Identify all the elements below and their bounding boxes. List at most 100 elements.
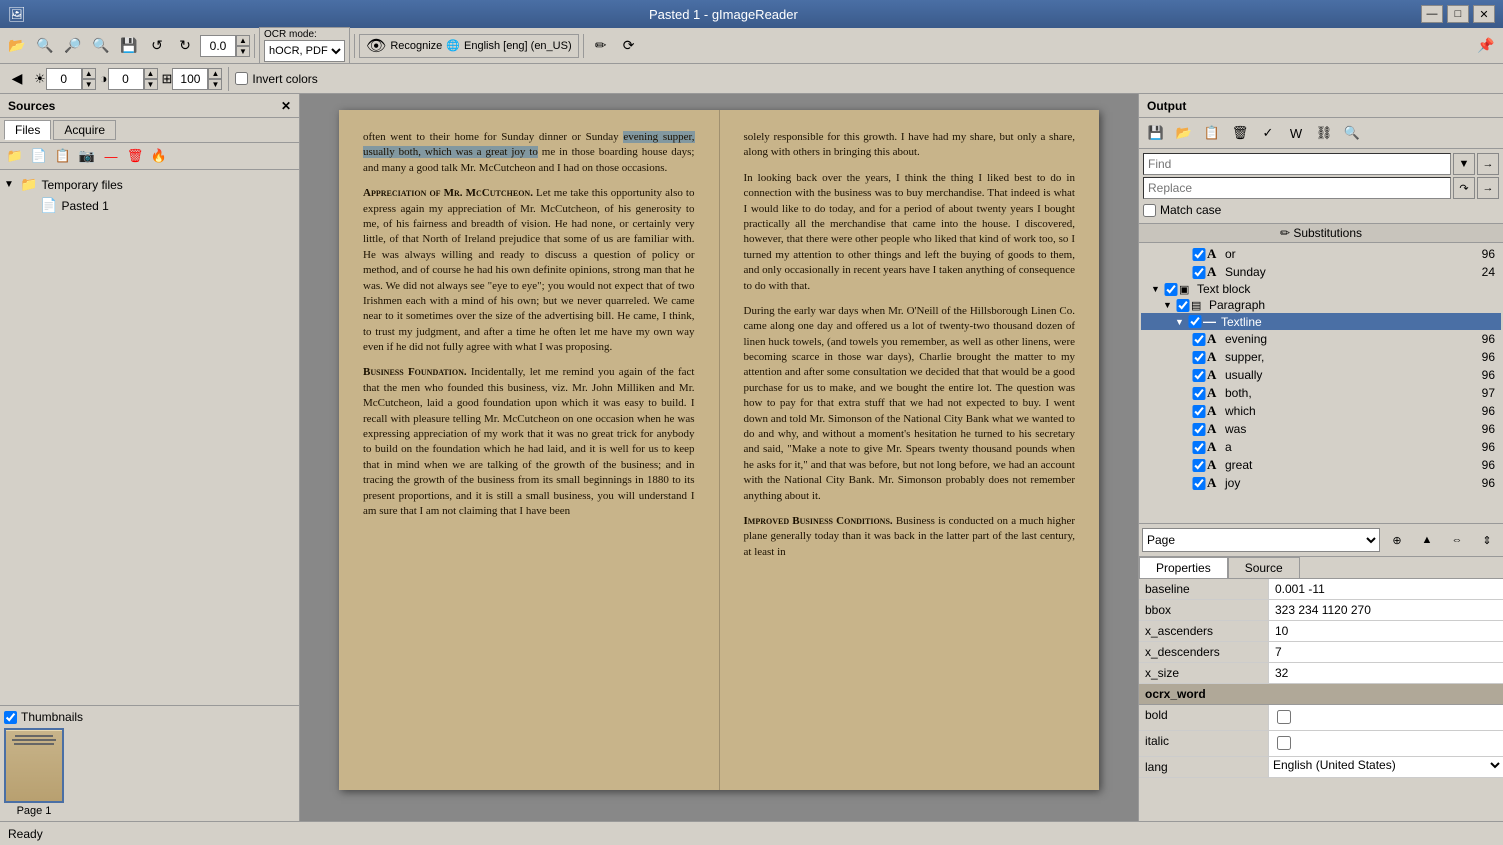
tree-root[interactable]: ▼ 📁 Temporary files: [4, 174, 295, 195]
pencil-button[interactable]: ✏: [588, 33, 614, 59]
match-case-checkbox[interactable]: [1143, 204, 1156, 217]
tab-properties[interactable]: Properties: [1139, 557, 1228, 578]
rotate-button[interactable]: ⟳: [616, 33, 642, 59]
output-chain-btn[interactable]: ⛓: [1311, 120, 1337, 146]
tree-row-sunday[interactable]: A Sunday 24: [1141, 263, 1501, 281]
zoom-out-button[interactable]: 🔎: [60, 33, 86, 59]
tab-files[interactable]: Files: [4, 120, 51, 140]
tree-row-textblock[interactable]: ▼ ▣ Text block: [1141, 281, 1501, 297]
check-usually[interactable]: [1191, 369, 1207, 382]
output-search-btn[interactable]: 🔍: [1339, 120, 1365, 146]
check-was[interactable]: [1191, 423, 1207, 436]
save-button[interactable]: 💾: [116, 33, 142, 59]
delete-btn[interactable]: 🗑: [124, 145, 146, 167]
output-save-btn[interactable]: 💾: [1143, 120, 1169, 146]
check-textblock[interactable]: [1163, 283, 1179, 296]
add-folder-btn[interactable]: 📁: [4, 145, 26, 167]
recognize-box[interactable]: 👁 Recognize 🌐 English [eng] (en_US): [359, 34, 579, 58]
tree-row-usually[interactable]: A usually 96: [1141, 366, 1501, 384]
find-to-output-btn[interactable]: →: [1477, 153, 1499, 175]
check-joy[interactable]: [1191, 477, 1207, 490]
undo-button[interactable]: ↺: [144, 33, 170, 59]
replace-btn[interactable]: ↷: [1453, 177, 1475, 199]
open-button[interactable]: 📂: [4, 33, 30, 59]
value-down[interactable]: ▼: [236, 46, 250, 57]
contrast-up[interactable]: ▲: [144, 68, 158, 79]
check-great[interactable]: [1191, 459, 1207, 472]
tree-row-supper[interactable]: A supper, 96: [1141, 348, 1501, 366]
paste-btn[interactable]: 📋: [52, 145, 74, 167]
output-spellcheck-btn[interactable]: ✓: [1255, 120, 1281, 146]
bold-checkbox[interactable]: [1277, 710, 1291, 724]
pin-button[interactable]: 📌: [1473, 33, 1499, 59]
tree-row-evening[interactable]: A evening 96: [1141, 330, 1501, 348]
page-select[interactable]: Page: [1142, 528, 1380, 552]
tree-row-joy[interactable]: A joy 96: [1141, 474, 1501, 492]
clear-btn[interactable]: 🔥: [148, 145, 170, 167]
replace-to-output-btn[interactable]: →: [1477, 177, 1499, 199]
expand-paragraph[interactable]: ▼: [1163, 300, 1175, 310]
contrast-down[interactable]: ▼: [144, 79, 158, 90]
thumbnail-page1[interactable]: Page 1: [4, 728, 64, 817]
value-input[interactable]: [200, 35, 236, 57]
output-clear-btn[interactable]: 🗑: [1227, 120, 1253, 146]
zoom-fit-button[interactable]: 🔍: [32, 33, 58, 59]
brightness-down[interactable]: ▼: [82, 79, 96, 90]
zoom-up[interactable]: ▲: [208, 68, 222, 79]
lang-select[interactable]: English (United States): [1269, 757, 1503, 773]
close-button[interactable]: ✕: [1473, 5, 1495, 23]
value-up[interactable]: ▲: [236, 35, 250, 46]
minimize-button[interactable]: —: [1421, 5, 1443, 23]
check-sunday[interactable]: [1191, 266, 1207, 279]
tree-row-which[interactable]: A which 96: [1141, 402, 1501, 420]
tree-child-pasted1[interactable]: 📄 Pasted 1: [24, 195, 295, 216]
tree-row-a[interactable]: A a 96: [1141, 438, 1501, 456]
expand-textline[interactable]: ▼: [1175, 317, 1187, 327]
check-evening[interactable]: [1191, 333, 1207, 346]
redo-button[interactable]: ↻: [172, 33, 198, 59]
find-input[interactable]: [1143, 153, 1451, 175]
nav-first-btn[interactable]: ⊕: [1384, 527, 1410, 553]
brightness-up[interactable]: ▲: [82, 68, 96, 79]
maximize-button[interactable]: □: [1447, 5, 1469, 23]
ocr-mode-select[interactable]: hOCR, PDF: [264, 40, 345, 62]
prev-page-button[interactable]: ◀: [4, 66, 30, 92]
tree-row-or[interactable]: A or 96: [1141, 245, 1501, 263]
tree-row-both[interactable]: A both, 97: [1141, 384, 1501, 402]
sources-close-icon[interactable]: ✕: [281, 99, 291, 113]
nav-last-btn[interactable]: ⇕: [1474, 527, 1500, 553]
zoom-input[interactable]: [172, 68, 208, 90]
tree-row-paragraph[interactable]: ▼ ▤ Paragraph: [1141, 297, 1501, 313]
tab-acquire[interactable]: Acquire: [53, 120, 116, 140]
check-which[interactable]: [1191, 405, 1207, 418]
tree-row-great[interactable]: A great 96: [1141, 456, 1501, 474]
output-open-btn[interactable]: 📂: [1171, 120, 1197, 146]
zoom-in-button[interactable]: 🔍: [88, 33, 114, 59]
find-next-btn[interactable]: ▼: [1453, 153, 1475, 175]
italic-checkbox[interactable]: [1277, 736, 1291, 750]
check-textline[interactable]: [1187, 315, 1203, 328]
nav-next-btn[interactable]: ⇔: [1444, 527, 1470, 553]
contrast-input[interactable]: [108, 68, 144, 90]
brightness-input[interactable]: [46, 68, 82, 90]
check-or[interactable]: [1191, 248, 1207, 261]
screenshot-btn[interactable]: 📷: [76, 145, 98, 167]
tab-source[interactable]: Source: [1228, 557, 1300, 578]
output-word-btn[interactable]: W: [1283, 120, 1309, 146]
remove-btn[interactable]: —: [100, 145, 122, 167]
output-copy-btn[interactable]: 📋: [1199, 120, 1225, 146]
invert-checkbox[interactable]: [235, 72, 248, 85]
check-a[interactable]: [1191, 441, 1207, 454]
tree-row-textline[interactable]: ▼ — Textline: [1141, 313, 1501, 330]
expand-textblock[interactable]: ▼: [1151, 284, 1163, 294]
check-paragraph[interactable]: [1175, 299, 1191, 312]
zoom-down[interactable]: ▼: [208, 79, 222, 90]
add-file-btn[interactable]: 📄: [28, 145, 50, 167]
document-viewer[interactable]: often went to their home for Sunday dinn…: [300, 94, 1138, 821]
tree-row-was[interactable]: A was 96: [1141, 420, 1501, 438]
check-supper[interactable]: [1191, 351, 1207, 364]
check-both[interactable]: [1191, 387, 1207, 400]
replace-input[interactable]: [1143, 177, 1451, 199]
thumbnails-checkbox[interactable]: [4, 711, 17, 724]
nav-prev-btn[interactable]: ▲: [1414, 527, 1440, 553]
